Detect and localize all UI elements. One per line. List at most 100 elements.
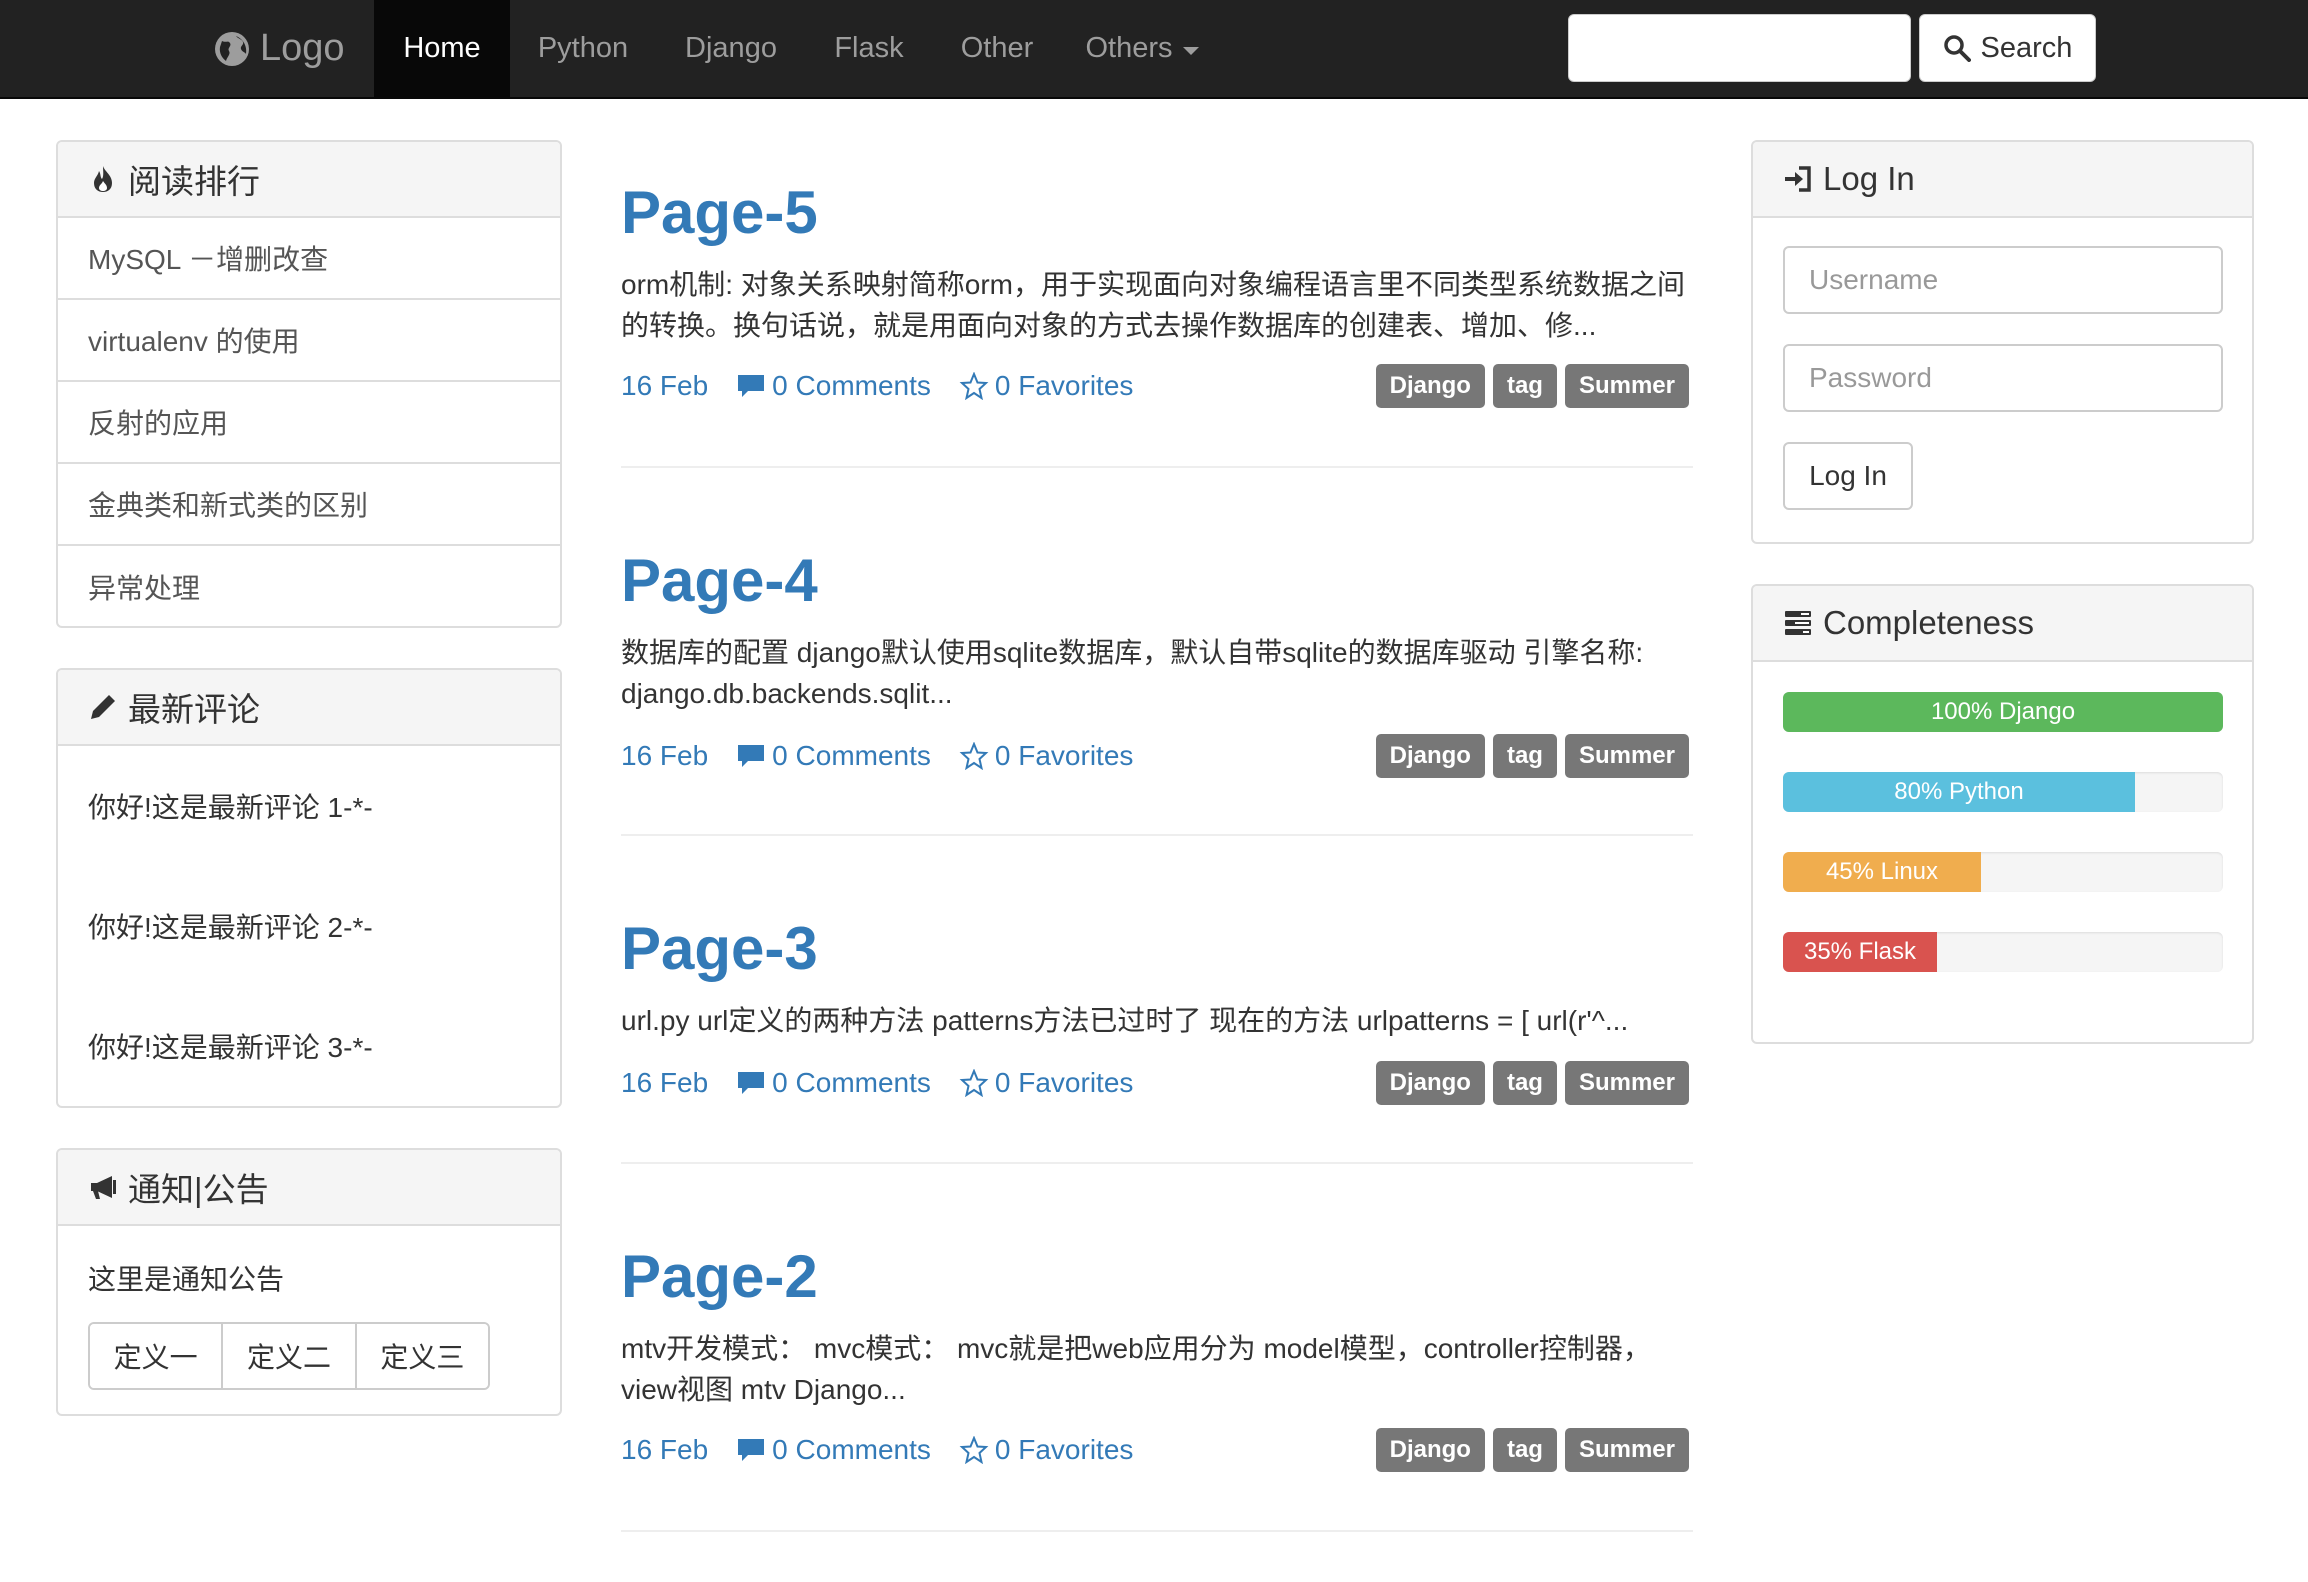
list-item[interactable]: 金典类和新式类的区别: [58, 464, 560, 546]
article-title[interactable]: Page-2: [621, 1242, 1693, 1312]
panel-title: 最新评论: [128, 691, 260, 728]
nav-python[interactable]: Python: [510, 0, 656, 97]
article-divider: [621, 834, 1693, 836]
brand-text: Logo: [260, 27, 345, 69]
list-item[interactable]: 反射的应用: [58, 382, 560, 464]
tag-label[interactable]: Summer: [1564, 1428, 1689, 1472]
tag-list: Django tag Summer: [1375, 734, 1689, 778]
comments-link[interactable]: 0 Comments: [736, 1067, 931, 1099]
pencil-icon: [91, 695, 115, 719]
login-icon: [1785, 166, 1811, 192]
comment-item: 你好!这是最新评论 3-*-: [58, 986, 560, 1106]
comment-item: 你好!这是最新评论 2-*-: [58, 866, 560, 986]
progress-bar-fill: 100% Django: [1783, 692, 2223, 732]
article-title[interactable]: Page-5: [621, 178, 1693, 248]
list-item[interactable]: MySQL －增删改查: [58, 218, 560, 300]
favorites-count: 0 Favorites: [994, 740, 1134, 771]
star-icon: [959, 1069, 989, 1097]
article-title[interactable]: Page-3: [621, 914, 1693, 984]
nav-other-label: Other: [960, 32, 1034, 64]
list-item-label: 金典类和新式类的区别: [88, 490, 369, 521]
article-summary: orm机制: 对象关系映射简称orm，用于实现面向对象编程语言里不同类型系统数据…: [621, 269, 1686, 341]
tag-label[interactable]: tag: [1492, 364, 1557, 408]
favorites-link[interactable]: 0 Favorites: [959, 1434, 1134, 1466]
favorites-link[interactable]: 0 Favorites: [959, 740, 1134, 772]
definition-button-3[interactable]: 定义三: [356, 1324, 488, 1388]
tag-label[interactable]: tag: [1492, 1061, 1557, 1105]
tag-label[interactable]: Django: [1375, 1061, 1485, 1105]
search-button-label: Search: [1980, 31, 2073, 64]
list-item-label: MySQL －增删改查: [88, 244, 329, 275]
completeness-panel: Completeness 100% Django 80% Python 45% …: [1751, 584, 2254, 1044]
comment-icon: [738, 745, 765, 767]
list-item[interactable]: 异常处理: [58, 546, 560, 626]
list-item[interactable]: virtualenv 的使用: [58, 300, 560, 382]
password-input[interactable]: [1783, 344, 2223, 412]
tag-label[interactable]: Summer: [1564, 734, 1689, 778]
star-icon: [959, 742, 989, 770]
nav-flask[interactable]: Flask: [806, 0, 932, 97]
article-date[interactable]: 16 Feb: [621, 370, 708, 402]
progress-python: 80% Python: [1783, 772, 2223, 812]
comments-count: 0 Comments: [772, 740, 931, 771]
tag-label[interactable]: Django: [1375, 734, 1485, 778]
tag-label[interactable]: Summer: [1564, 364, 1689, 408]
tag-label[interactable]: Summer: [1564, 1061, 1689, 1105]
definition-button-1[interactable]: 定义一: [90, 1324, 224, 1388]
login-panel: Log In Log In: [1751, 140, 2254, 544]
caret-down-icon: [1182, 46, 1199, 55]
notice-panel: 通知|公告 这里是通知公告 定义一 定义二 定义三: [56, 1148, 562, 1416]
brand-logo[interactable]: Logo: [214, 0, 345, 97]
progress-django: 100% Django: [1783, 692, 2223, 732]
search-icon: [1943, 35, 1971, 62]
article-date[interactable]: 16 Feb: [621, 740, 708, 772]
reading-rank-panel: 阅读排行 MySQL －增删改查 virtualenv 的使用 反射的应用 金典…: [56, 140, 562, 628]
comments-link[interactable]: 0 Comments: [736, 1434, 931, 1466]
article-summary: mtv开发模式： mvc模式： mvc就是把web应用分为 model模型，co…: [621, 1333, 1651, 1405]
nav-home[interactable]: Home: [374, 0, 510, 97]
comment-icon: [738, 1439, 765, 1461]
favorites-link[interactable]: 0 Favorites: [959, 1067, 1134, 1099]
progress-linux: 45% Linux: [1783, 852, 2223, 892]
top-navbar: Logo Home Python Django Flask Other Othe…: [0, 0, 2308, 99]
username-input[interactable]: [1783, 246, 2223, 314]
comments-link[interactable]: 0 Comments: [736, 370, 931, 402]
globe-icon: [215, 31, 249, 66]
login-button[interactable]: Log In: [1783, 442, 1913, 510]
article-meta: 16 Feb 0 Comments 0 Favorites Django tag…: [621, 1060, 1693, 1106]
search-button[interactable]: Search: [1919, 14, 2096, 82]
panel-title: Completeness: [1823, 604, 2034, 641]
nav-other[interactable]: Other: [932, 0, 1062, 97]
definition-button-2[interactable]: 定义二: [223, 1324, 357, 1388]
comments-count: 0 Comments: [772, 370, 931, 401]
comments-link[interactable]: 0 Comments: [736, 740, 931, 772]
latest-comments-panel: 最新评论 你好!这是最新评论 1-*- 你好!这是最新评论 2-*- 你好!这是…: [56, 668, 562, 1108]
notice-text: 这里是通知公告: [88, 1264, 285, 1295]
tasks-icon: [1785, 611, 1811, 635]
tag-label[interactable]: Django: [1375, 1428, 1485, 1472]
nav-others-dropdown[interactable]: Others: [1062, 0, 1222, 97]
tag-label[interactable]: tag: [1492, 734, 1557, 778]
nav-flask-label: Flask: [834, 32, 904, 64]
comment-icon: [738, 375, 765, 397]
comments-count: 0 Comments: [772, 1434, 931, 1465]
nav-django[interactable]: Django: [656, 0, 806, 97]
tag-label[interactable]: tag: [1492, 1428, 1557, 1472]
article-card: Page-3 url.py url定义的两种方法 patterns方法已过时了 …: [621, 914, 1693, 1114]
article-card: Page-4 数据库的配置 django默认使用sqlite数据库，默认自带sq…: [621, 546, 1693, 786]
article-title[interactable]: Page-4: [621, 546, 1693, 616]
favorites-count: 0 Favorites: [994, 1067, 1134, 1098]
comment-text: 你好!这是最新评论 3-*-: [88, 1032, 373, 1063]
article-date[interactable]: 16 Feb: [621, 1434, 708, 1466]
favorites-count: 0 Favorites: [994, 1434, 1134, 1465]
tag-label[interactable]: Django: [1375, 364, 1485, 408]
list-item-label: virtualenv 的使用: [88, 326, 300, 357]
tag-list: Django tag Summer: [1375, 364, 1689, 408]
panel-heading: Completeness: [1753, 586, 2252, 662]
panel-heading: 阅读排行: [58, 142, 560, 218]
favorites-link[interactable]: 0 Favorites: [959, 370, 1133, 402]
article-date[interactable]: 16 Feb: [621, 1067, 708, 1099]
article-summary: 数据库的配置 django默认使用sqlite数据库，默认自带sqlite的数据…: [621, 637, 1644, 709]
search-input[interactable]: [1568, 14, 1911, 82]
fire-icon: [94, 166, 112, 192]
